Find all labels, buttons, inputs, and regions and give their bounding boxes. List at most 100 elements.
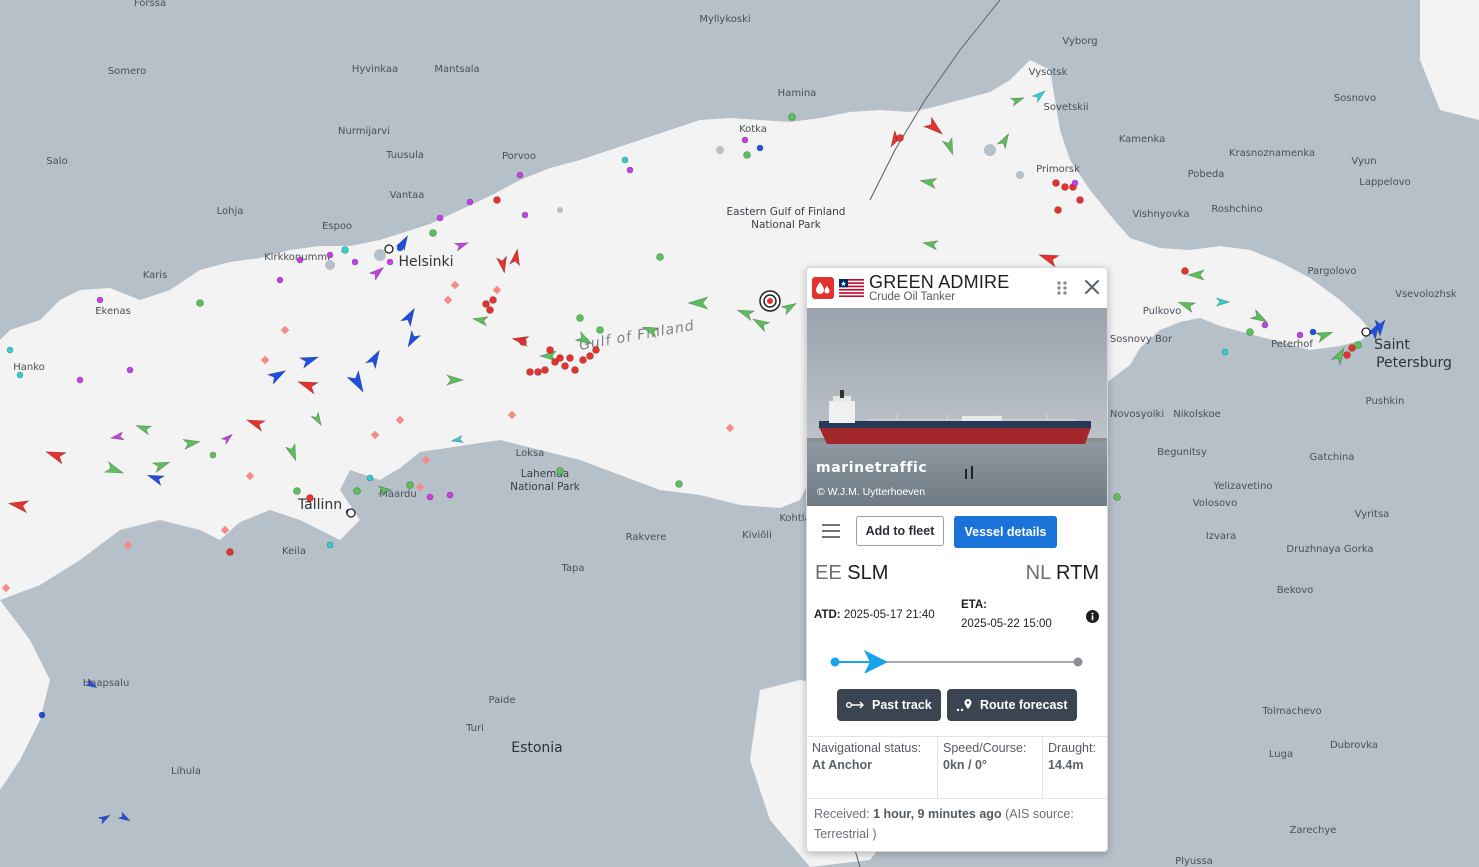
vessel-dot-icon[interactable]: [406, 481, 414, 489]
vessel-dot-icon[interactable]: [351, 258, 359, 266]
vessel-dot-icon[interactable]: [493, 196, 501, 204]
vessel-dot-icon[interactable]: [571, 366, 579, 374]
vessel-dot-icon[interactable]: [675, 480, 683, 488]
vessel-dot-icon[interactable]: [396, 244, 404, 252]
vessel-dot-icon[interactable]: [576, 314, 584, 322]
vessel-dot-icon[interactable]: [656, 253, 664, 261]
map-canvas[interactable]: Forssa Myllykoski Vyborg Somero Hyvinkaa Mant…: [0, 0, 1479, 867]
vessel-dot-icon[interactable]: [1343, 351, 1351, 359]
vessel-dot-icon[interactable]: [1246, 328, 1254, 336]
vessel-dot-icon[interactable]: [466, 198, 474, 206]
vessel-dot-icon[interactable]: [1296, 331, 1304, 339]
vessel-dot-icon[interactable]: [579, 356, 587, 364]
vessel-dot-icon[interactable]: [586, 352, 594, 360]
vessel-dot-icon[interactable]: [293, 487, 301, 495]
vessel-dot-icon[interactable]: [76, 376, 84, 384]
vessel-dot-icon[interactable]: [209, 451, 217, 459]
vessel-dot-icon[interactable]: [1181, 267, 1189, 275]
vessel-dot-icon[interactable]: [326, 541, 334, 549]
vessel-dot-icon[interactable]: [429, 229, 437, 237]
vessel-dot-icon[interactable]: [556, 467, 564, 475]
vessel-dot-icon[interactable]: [482, 300, 490, 308]
vessel-dot-icon[interactable]: [1076, 196, 1084, 204]
drag-handle-icon[interactable]: [1056, 280, 1068, 296]
close-icon[interactable]: [1083, 278, 1101, 296]
vessel-dot-icon[interactable]: [788, 113, 796, 121]
vessel-dot-icon[interactable]: [896, 134, 904, 142]
vessel-dot-icon[interactable]: [519, 338, 527, 346]
vessel-dot-icon[interactable]: [1221, 348, 1229, 356]
vessel-dot-icon[interactable]: [353, 487, 361, 495]
port-target-icon[interactable]: [1361, 327, 1371, 337]
vessel-details-button[interactable]: Vessel details: [954, 516, 1057, 548]
vessel-dot-icon[interactable]: [1309, 328, 1317, 336]
menu-icon[interactable]: [821, 524, 841, 538]
vessel-dot-icon[interactable]: [626, 166, 634, 174]
city-label: Tallinn: [297, 497, 342, 513]
vessel-dot-icon[interactable]: [541, 366, 549, 374]
vessel-dot-icon[interactable]: [196, 299, 204, 307]
vessel-dot-icon[interactable]: [426, 493, 434, 501]
add-to-fleet-button[interactable]: Add to fleet: [856, 516, 944, 546]
vessel-dot-icon[interactable]: [516, 171, 524, 179]
vessel-dot-icon[interactable]: [16, 371, 24, 379]
vessel-dot-icon[interactable]: [1061, 183, 1069, 191]
vessel-dot-icon[interactable]: [226, 548, 234, 556]
selected-vessel-marker[interactable]: [759, 290, 781, 312]
vessel-dot-icon[interactable]: [521, 211, 529, 219]
vessel-dot-icon[interactable]: [743, 151, 751, 159]
vessel-dot-icon[interactable]: [592, 346, 600, 354]
place-label: Yelizavetino: [1212, 481, 1272, 492]
atd: ATD: 2025-05-17 21:40: [814, 609, 935, 621]
port-target-icon[interactable]: [384, 244, 394, 254]
vessel-dot-icon[interactable]: [96, 296, 104, 304]
draught-value: 14.4m: [1048, 758, 1084, 772]
vessel-dot-icon[interactable]: [486, 306, 494, 314]
place-label: Lappelovo: [1359, 177, 1410, 188]
vessel-dot-icon[interactable]: [561, 362, 569, 370]
info-icon[interactable]: [1086, 610, 1099, 623]
vessel-dot-icon[interactable]: [1113, 493, 1121, 501]
vessel-dot-icon[interactable]: [436, 214, 444, 222]
past-track-button[interactable]: Past track: [837, 689, 941, 721]
vessel-dot-icon[interactable]: [296, 256, 304, 264]
place-label: Myllykoski: [699, 14, 750, 25]
vessel-popup[interactable]: GREEN ADMIRE Crude Oil Tanker marinetraf…: [806, 267, 1108, 852]
vessel-dot-icon[interactable]: [596, 326, 604, 334]
arrival-port[interactable]: NL RTM: [1026, 562, 1099, 585]
vessel-dot-icon[interactable]: [126, 366, 134, 374]
vessel-dot-icon[interactable]: [534, 368, 542, 376]
place-label: Sosnovo: [1334, 93, 1376, 104]
vessel-dot-icon[interactable]: [1052, 179, 1060, 187]
vessel-dot-icon[interactable]: [741, 136, 749, 144]
vessel-dot-icon[interactable]: [446, 491, 454, 499]
vessel-dot-icon[interactable]: [6, 346, 14, 354]
vessel-dot-icon[interactable]: [1261, 321, 1269, 329]
vessel-dot-icon[interactable]: [489, 296, 497, 304]
vessel-dot-icon[interactable]: [386, 258, 394, 266]
vessel-dot-icon[interactable]: [556, 354, 564, 362]
vessel-dot-icon[interactable]: [526, 368, 534, 376]
vessel-dot-icon[interactable]: [546, 346, 554, 354]
vessel-dot-icon[interactable]: [1354, 341, 1362, 349]
vessel-name: GREEN ADMIRE: [869, 272, 1010, 292]
vessel-dot-icon[interactable]: [566, 354, 574, 362]
vessel-photo[interactable]: marinetraffic © W.J.M. Uytterhoeven: [807, 308, 1107, 506]
port-target-icon[interactable]: [346, 508, 356, 518]
vessel-dot-icon[interactable]: [1054, 206, 1062, 214]
route-forecast-button[interactable]: Route forecast: [947, 689, 1077, 721]
vessel-dot-icon[interactable]: [341, 246, 349, 254]
place-label: Sovetskii: [1043, 102, 1088, 113]
vessel-dot-icon[interactable]: [756, 144, 764, 152]
vessel-dot-icon[interactable]: [306, 494, 314, 502]
vessel-dot-icon[interactable]: [276, 276, 284, 284]
vessel-dot-icon[interactable]: [366, 474, 374, 482]
place-label: Kotka: [739, 124, 767, 135]
vessel-dot-icon[interactable]: [38, 711, 46, 719]
vessel-dot-icon[interactable]: [621, 156, 629, 164]
place-label: Vyborg: [1062, 36, 1097, 47]
departure-port[interactable]: EE SLM: [815, 562, 888, 585]
place-label: Somero: [108, 66, 146, 77]
vessel-dot-icon[interactable]: [326, 251, 334, 259]
vessel-dot-icon[interactable]: [1071, 179, 1079, 187]
